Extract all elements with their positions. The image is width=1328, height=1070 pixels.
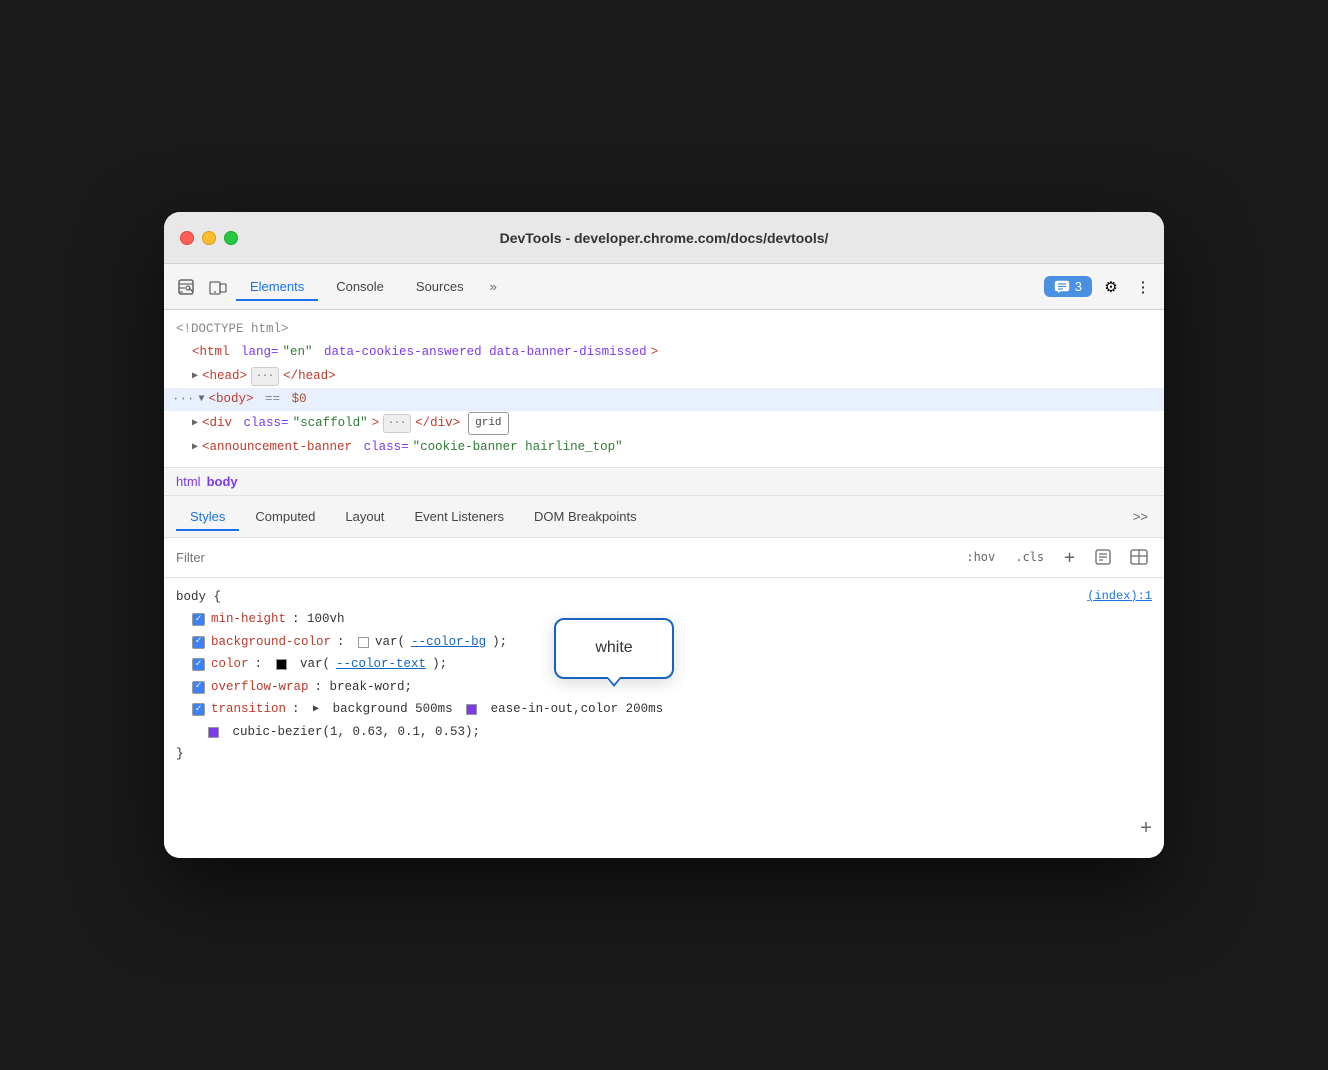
css-source-link[interactable]: (index):1	[1087, 586, 1152, 608]
filter-bar: :hov .cls +	[164, 538, 1164, 578]
body-triangle-icon: ▼	[199, 391, 205, 408]
chat-badge[interactable]: 3	[1044, 276, 1092, 297]
div-triangle-icon: ▶	[192, 415, 198, 432]
element-panel-button[interactable]	[1126, 544, 1152, 570]
tab-computed[interactable]: Computed	[241, 503, 329, 530]
color-swatch-bg[interactable]	[358, 637, 369, 648]
html-line-head: ▶ <head> ··· </head>	[164, 365, 1164, 388]
html-line-body[interactable]: ··· ▼ <body> == $0	[164, 388, 1164, 411]
checkbox-min-height[interactable]	[192, 613, 205, 626]
chat-count: 3	[1075, 279, 1082, 294]
traffic-lights	[180, 231, 238, 245]
tab-layout[interactable]: Layout	[331, 503, 398, 530]
minimize-button[interactable]	[202, 231, 216, 245]
html-line-doctype: <!DOCTYPE html>	[164, 318, 1164, 341]
settings-button[interactable]: ⚙	[1098, 274, 1124, 300]
color-swatch-bezier[interactable]	[208, 727, 219, 738]
css-transition-line2: cubic-bezier(1, 0.63, 0.1, 0.53);	[164, 721, 1164, 744]
tooltip-text: white	[595, 639, 632, 656]
tab-styles[interactable]: Styles	[176, 503, 239, 530]
css-selector: body {	[176, 586, 221, 609]
more-options-button[interactable]: ⋮	[1130, 274, 1156, 300]
hov-button[interactable]: :hov	[961, 547, 1000, 567]
devtools-window: DevTools - developer.chrome.com/docs/dev…	[164, 212, 1164, 858]
tab-dom-breakpoints[interactable]: DOM Breakpoints	[520, 503, 651, 530]
styles-tabs-bar: Styles Computed Layout Event Listeners D…	[164, 496, 1164, 538]
triangle-icon: ▶	[192, 368, 198, 385]
close-button[interactable]	[180, 231, 194, 245]
tab-more-button[interactable]: »	[482, 275, 505, 298]
new-style-sheet-button[interactable]	[1090, 544, 1116, 570]
filter-input[interactable]	[176, 550, 953, 565]
device-icon[interactable]	[204, 273, 232, 301]
filter-right-controls: :hov .cls +	[961, 544, 1152, 571]
color-swatch-text[interactable]	[276, 659, 287, 670]
html-line-announcement: ▶ <announcement-banner class="cookie-ban…	[164, 436, 1164, 459]
html-line-html: <html lang="en" data-cookies-answered da…	[164, 341, 1164, 364]
transition-triangle-icon: ▶	[313, 701, 319, 719]
css-panel: body { (index):1 min-height : 100vh back…	[164, 578, 1164, 858]
grid-badge[interactable]: grid	[468, 412, 508, 435]
checkbox-bg-color[interactable]	[192, 636, 205, 649]
devtools-tab-bar: Elements Console Sources » 3 ⚙ ⋮	[164, 264, 1164, 310]
checkbox-color[interactable]	[192, 658, 205, 671]
window-title: DevTools - developer.chrome.com/docs/dev…	[500, 230, 829, 246]
tab-sources[interactable]: Sources	[402, 273, 478, 300]
css-color-bg-link[interactable]: --color-bg	[411, 631, 486, 654]
tab-event-listeners[interactable]: Event Listeners	[400, 503, 518, 530]
new-style-rule-button[interactable]: +	[1059, 544, 1080, 571]
color-tooltip: white	[554, 618, 674, 679]
tab-elements[interactable]: Elements	[236, 273, 318, 300]
titlebar: DevTools - developer.chrome.com/docs/dev…	[164, 212, 1164, 264]
css-prop-transition: transition : ▶ background 500ms ease-in-…	[164, 698, 1164, 721]
div-dots-badge[interactable]: ···	[383, 414, 411, 433]
checkbox-transition[interactable]	[192, 703, 205, 716]
css-close-brace: }	[164, 743, 1164, 766]
tab-console[interactable]: Console	[322, 273, 398, 300]
html-line-div: ▶ <div class="scaffold" > ··· </div> gri…	[164, 411, 1164, 436]
breadcrumb-body[interactable]: body	[207, 474, 238, 489]
html-panel: <!DOCTYPE html> <html lang="en" data-coo…	[164, 310, 1164, 468]
styles-tab-more[interactable]: >>	[1129, 505, 1152, 528]
maximize-button[interactable]	[224, 231, 238, 245]
devtools-right-icons: 3 ⚙ ⋮	[1044, 274, 1156, 300]
breadcrumb-html[interactable]: html	[176, 474, 201, 489]
dots-badge[interactable]: ···	[251, 367, 279, 386]
announce-triangle-icon: ▶	[192, 439, 198, 456]
cls-button[interactable]: .cls	[1010, 547, 1049, 567]
inspect-icon[interactable]	[172, 273, 200, 301]
color-swatch-ease[interactable]	[466, 704, 477, 715]
css-prop-overflow-wrap: overflow-wrap : break-word;	[164, 676, 1164, 699]
css-color-text-link[interactable]: --color-text	[336, 653, 426, 676]
add-style-button[interactable]: +	[1140, 812, 1152, 848]
breadcrumb: html body	[164, 468, 1164, 496]
checkbox-overflow-wrap[interactable]	[192, 681, 205, 694]
css-selector-line: body { (index):1	[164, 586, 1164, 609]
